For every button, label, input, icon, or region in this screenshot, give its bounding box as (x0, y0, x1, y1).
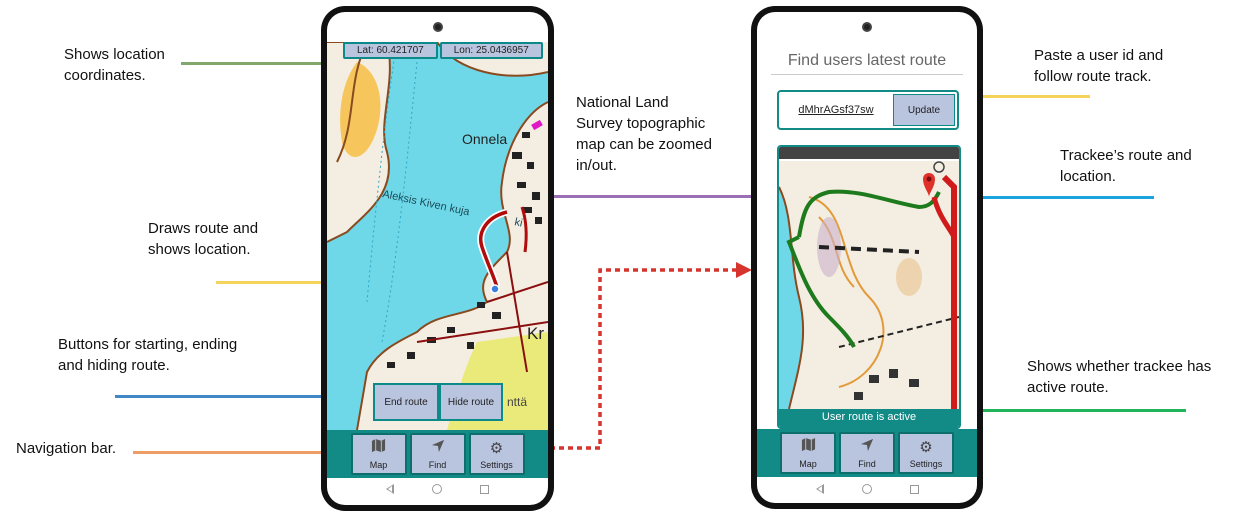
navigation-bar: Map Find ⚙ Settings (327, 430, 548, 478)
map-icon (371, 438, 386, 457)
annotation-navigation-bar: Navigation bar. (16, 440, 117, 457)
annotation-line-2: Survey topographic (576, 115, 706, 132)
phone-screen: Find users latest route dMhrAGsf37sw Upd… (757, 12, 977, 503)
gear-icon: ⚙ (919, 439, 933, 456)
system-home-icon[interactable] (432, 484, 442, 494)
map-label-onnela: Onnela (462, 131, 507, 147)
system-navigation (327, 482, 548, 496)
annotation-national-land-survey: National Land Survey topographic map can… (576, 92, 746, 176)
map-icon (801, 437, 816, 456)
annotation-route-buttons: Buttons for starting, ending and hiding … (58, 334, 288, 376)
annotation-line-1: Buttons for starting, ending (58, 336, 238, 353)
nav-item-map[interactable]: Map (780, 432, 836, 474)
system-home-icon[interactable] (861, 484, 872, 494)
phone-map-screen: Onnela Aleksis Kiven kuja ki Kr nttä Lat… (321, 6, 554, 511)
system-navigation (757, 482, 977, 496)
nav-item-find[interactable]: Find (839, 432, 895, 474)
annotation-location-coordinates: Shows location coordinates. (64, 44, 224, 86)
page-title: Find users latest route (787, 52, 947, 69)
nav-label-find: Find (858, 459, 876, 469)
annotation-line-2: shows location. (148, 241, 251, 258)
front-camera (433, 22, 443, 32)
annotation-draws-route: Draws route and shows location. (148, 218, 308, 260)
nav-item-settings[interactable]: ⚙ Settings (468, 433, 525, 475)
system-recents-icon[interactable] (480, 484, 489, 494)
connector-green (181, 62, 341, 65)
gear-icon: ⚙ (489, 440, 504, 457)
system-back-icon[interactable] (386, 484, 394, 494)
nav-label-map: Map (799, 459, 817, 469)
map-label-ntta: nttä (507, 395, 527, 409)
connector-purple (548, 195, 752, 198)
nav-item-settings[interactable]: ⚙ Settings (898, 432, 954, 474)
nav-label-settings: Settings (480, 460, 513, 470)
navigation-arrow-icon (860, 438, 874, 456)
map-label-kr: Kr (527, 324, 544, 343)
annotation-line-4: in/out. (576, 157, 617, 174)
connector-orange (133, 451, 338, 454)
user-id-field[interactable]: dMhrAGsf37sw (781, 94, 891, 126)
front-camera (862, 22, 872, 32)
map-graphic: Onnela Aleksis Kiven kuja ki Kr nttä (327, 42, 548, 430)
phone-find-screen: Find users latest route dMhrAGsf37sw Upd… (751, 6, 983, 509)
nav-label-find: Find (428, 460, 447, 470)
annotation-line-1: Trackee’s route and (1060, 147, 1192, 164)
hide-route-button[interactable]: Hide route (439, 383, 503, 421)
system-recents-icon[interactable] (909, 484, 919, 494)
annotation-line-1: Paste a user id and (1034, 47, 1164, 64)
annotation-line-1: National Land (576, 94, 669, 111)
navigation-arrow-icon (431, 439, 445, 457)
latitude-value: Lat: 60.421707 (343, 42, 438, 59)
annotation-paste-user-id: Paste a user id and follow route track. (1034, 45, 1214, 87)
nav-item-map[interactable]: Map (350, 433, 407, 475)
longitude-value: Lon: 25.0436957 (439, 42, 543, 59)
annotation-trackee-route: Trackee’s route and location. (1060, 145, 1230, 187)
nav-label-settings: Settings (909, 459, 943, 469)
annotation-line-2: active route. (1027, 379, 1109, 396)
system-back-icon[interactable] (815, 484, 824, 494)
route-status-bar: User route is active (779, 409, 959, 427)
user-id-form: dMhrAGsf37sw Update (777, 90, 959, 130)
nav-item-find[interactable]: Find (409, 433, 466, 475)
phone-screen: Onnela Aleksis Kiven kuja ki Kr nttä Lat… (327, 12, 548, 505)
annotation-active-route: Shows whether trackee has active route. (1027, 356, 1237, 398)
trackee-map-graphic (779, 147, 959, 409)
annotation-line-2: coordinates. (64, 67, 146, 84)
navigation-bar: Map Find ⚙ Settings (757, 429, 977, 477)
annotation-line-2: location. (1060, 168, 1116, 185)
coordinates-bar: Lat: 60.421707 Lon: 25.0436957 (343, 42, 543, 59)
annotation-line-2: follow route track. (1034, 68, 1152, 85)
title-divider (771, 74, 963, 75)
annotation-line-3: map can be zoomed (576, 136, 712, 153)
end-route-button[interactable]: End route (373, 383, 439, 421)
nav-label-map: Map (369, 460, 388, 470)
annotation-line-1: Shows whether trackee has (1027, 358, 1212, 375)
trackee-map[interactable]: User route is active (777, 145, 961, 429)
annotation-line-2: and hiding route. (58, 357, 170, 374)
annotation-line-1: Draws route and (148, 220, 259, 237)
update-button[interactable]: Update (893, 94, 955, 126)
topographic-map[interactable]: Onnela Aleksis Kiven kuja ki Kr nttä Lat… (327, 42, 548, 430)
